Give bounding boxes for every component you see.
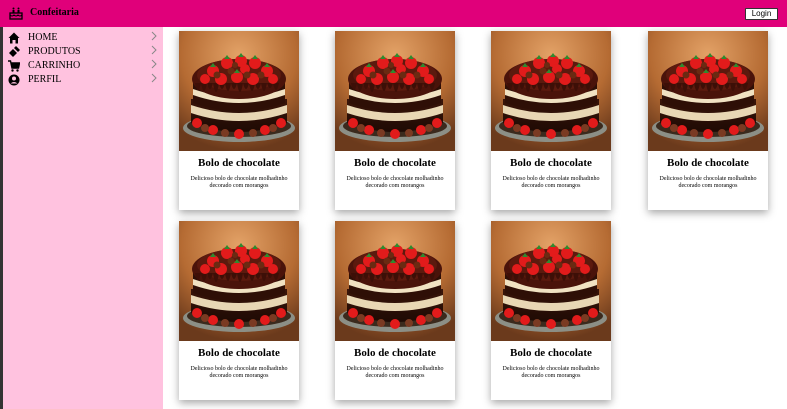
products-icon	[9, 45, 20, 57]
sidebar-item-label: CARRINHO	[28, 59, 81, 71]
sidebar-item-label: PERFIL	[28, 73, 62, 85]
sidebar-item-label: HOME	[28, 31, 58, 43]
chevron-right-icon	[151, 73, 157, 83]
sidebar-item-home[interactable]: HOME	[8, 31, 160, 44]
cake-icon	[9, 7, 23, 20]
home-icon	[8, 32, 20, 43]
chevron-right-icon	[151, 45, 157, 55]
product-image	[179, 221, 299, 341]
product-title: Bolo de chocolate	[198, 347, 280, 359]
product-image	[335, 31, 455, 151]
chevron-right-icon	[151, 31, 157, 41]
top-bar: Confeitaria Login	[0, 0, 787, 27]
product-title: Bolo de chocolate	[667, 157, 749, 169]
product-description: Delicioso bolo de chocolate molhadinho d…	[346, 366, 444, 379]
product-card[interactable]: Bolo de chocolate Delicioso bolo de choc…	[335, 31, 455, 210]
product-image	[648, 31, 768, 151]
product-description: Delicioso bolo de chocolate molhadinho d…	[346, 176, 444, 189]
login-button[interactable]: Login	[745, 8, 778, 20]
product-title: Bolo de chocolate	[510, 347, 592, 359]
profile-icon	[8, 74, 20, 85]
sidebar-item-produtos[interactable]: PRODUTOS	[8, 45, 160, 58]
product-grid: Bolo de chocolate Delicioso bolo de choc…	[163, 27, 787, 409]
product-card[interactable]: Bolo de chocolate Delicioso bolo de choc…	[648, 31, 768, 210]
product-card[interactable]: Bolo de chocolate Delicioso bolo de choc…	[179, 221, 299, 400]
sidebar-item-label: PRODUTOS	[28, 45, 81, 57]
product-title: Bolo de chocolate	[354, 347, 436, 359]
cart-icon	[8, 59, 20, 72]
product-description: Delicioso bolo de chocolate molhadinho d…	[659, 176, 757, 189]
product-card[interactable]: Bolo de chocolate Delicioso bolo de choc…	[491, 31, 611, 210]
product-description: Delicioso bolo de chocolate molhadinho d…	[190, 366, 288, 379]
app-title: Confeitaria	[30, 7, 79, 18]
sidebar-item-perfil[interactable]: PERFIL	[8, 73, 160, 86]
sidebar: HOME PRODUTOS CARRINHO PERFIL	[0, 27, 163, 409]
product-title: Bolo de chocolate	[198, 157, 280, 169]
product-card[interactable]: Bolo de chocolate Delicioso bolo de choc…	[179, 31, 299, 210]
product-description: Delicioso bolo de chocolate molhadinho d…	[190, 176, 288, 189]
chevron-right-icon	[151, 59, 157, 69]
product-title: Bolo de chocolate	[354, 157, 436, 169]
sidebar-item-carrinho[interactable]: CARRINHO	[8, 59, 160, 72]
product-image	[491, 31, 611, 151]
product-image	[335, 221, 455, 341]
product-description: Delicioso bolo de chocolate molhadinho d…	[502, 176, 600, 189]
product-card[interactable]: Bolo de chocolate Delicioso bolo de choc…	[491, 221, 611, 400]
product-image	[491, 221, 611, 341]
product-description: Delicioso bolo de chocolate molhadinho d…	[502, 366, 600, 379]
product-image	[179, 31, 299, 151]
product-card[interactable]: Bolo de chocolate Delicioso bolo de choc…	[335, 221, 455, 400]
product-title: Bolo de chocolate	[510, 157, 592, 169]
